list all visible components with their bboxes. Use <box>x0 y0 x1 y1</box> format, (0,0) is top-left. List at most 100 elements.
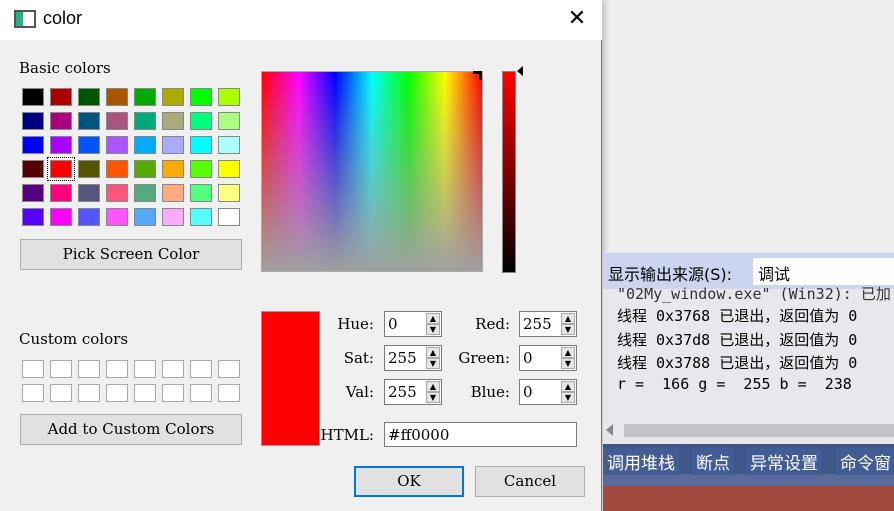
custom-color-swatch[interactable] <box>50 384 72 402</box>
sat-spinbox[interactable]: 255 ▲ ▼ <box>384 345 442 371</box>
basic-color-swatch[interactable] <box>106 88 128 106</box>
basic-color-swatch[interactable] <box>106 160 128 178</box>
basic-color-swatch[interactable] <box>134 88 156 106</box>
basic-color-swatch[interactable] <box>218 136 240 154</box>
basic-color-swatch[interactable] <box>134 208 156 226</box>
hue-spinbox[interactable]: 0 ▲ ▼ <box>384 311 442 337</box>
spin-down-icon[interactable]: ▼ <box>426 358 440 369</box>
basic-color-swatch[interactable] <box>78 112 100 130</box>
custom-color-swatch[interactable] <box>134 360 156 378</box>
color-spectrum[interactable] <box>261 71 483 272</box>
value-slider-handle[interactable] <box>517 66 523 76</box>
basic-color-swatch[interactable] <box>162 208 184 226</box>
basic-color-swatch[interactable] <box>50 88 72 106</box>
basic-color-swatch[interactable] <box>218 208 240 226</box>
basic-color-swatch[interactable] <box>134 184 156 202</box>
horizontal-scrollbar[interactable] <box>624 424 894 437</box>
custom-color-swatch[interactable] <box>190 384 212 402</box>
basic-color-swatch[interactable] <box>190 160 212 178</box>
custom-color-swatch[interactable] <box>22 360 44 378</box>
green-spinbox[interactable]: 0 ▲ ▼ <box>519 345 577 371</box>
basic-color-swatch[interactable] <box>47 157 75 181</box>
custom-color-swatch[interactable] <box>218 384 240 402</box>
basic-color-swatch[interactable] <box>162 184 184 202</box>
spin-down-icon[interactable]: ▼ <box>426 392 440 403</box>
basic-color-swatch[interactable] <box>162 88 184 106</box>
tab-call-stack[interactable]: 调用堆栈 <box>603 447 679 475</box>
spin-down-icon[interactable]: ▼ <box>561 324 575 335</box>
tab-command-window[interactable]: 命令窗 <box>836 447 894 475</box>
basic-color-swatch[interactable] <box>218 112 240 130</box>
spin-up-icon[interactable]: ▲ <box>561 381 575 392</box>
basic-color-swatch[interactable] <box>134 160 156 178</box>
cancel-button[interactable]: Cancel <box>475 466 585 497</box>
close-icon[interactable]: ✕ <box>562 6 592 34</box>
spin-up-icon[interactable]: ▲ <box>561 313 575 324</box>
add-custom-colors-button[interactable]: Add to Custom Colors <box>20 414 242 445</box>
output-source-select[interactable]: 调试 <box>753 258 894 285</box>
custom-color-swatch[interactable] <box>134 384 156 402</box>
custom-color-swatch[interactable] <box>218 360 240 378</box>
spectrum-crosshair[interactable] <box>473 71 482 80</box>
basic-color-swatch[interactable] <box>78 88 100 106</box>
custom-color-swatch[interactable] <box>78 384 100 402</box>
basic-color-swatch[interactable] <box>106 136 128 154</box>
custom-color-swatch[interactable] <box>106 360 128 378</box>
tab-exception-settings[interactable]: 异常设置 <box>746 447 822 475</box>
basic-color-swatch[interactable] <box>78 208 100 226</box>
basic-color-swatch[interactable] <box>218 184 240 202</box>
basic-color-swatch[interactable] <box>22 184 44 202</box>
blue-spinbox[interactable]: 0 ▲ ▼ <box>519 379 577 405</box>
scroll-left-icon[interactable] <box>606 424 613 436</box>
basic-color-swatch[interactable] <box>22 136 44 154</box>
custom-color-swatch[interactable] <box>22 384 44 402</box>
basic-color-swatch[interactable] <box>162 160 184 178</box>
basic-color-swatch[interactable] <box>162 112 184 130</box>
basic-color-swatch[interactable] <box>78 184 100 202</box>
basic-color-swatch[interactable] <box>190 136 212 154</box>
value-slider[interactable] <box>502 71 516 273</box>
basic-color-swatch[interactable] <box>190 112 212 130</box>
val-spinbox[interactable]: 255 ▲ ▼ <box>384 379 442 405</box>
spin-down-icon[interactable]: ▼ <box>561 358 575 369</box>
basic-color-swatch[interactable] <box>50 184 72 202</box>
basic-color-swatch[interactable] <box>22 112 44 130</box>
basic-color-swatch[interactable] <box>218 88 240 106</box>
basic-color-swatch[interactable] <box>190 88 212 106</box>
pick-screen-color-button[interactable]: Pick Screen Color <box>20 239 242 270</box>
html-input[interactable]: #ff0000 <box>384 422 577 447</box>
basic-color-swatch[interactable] <box>22 208 44 226</box>
custom-color-swatch[interactable] <box>190 360 212 378</box>
basic-color-swatch[interactable] <box>50 136 72 154</box>
basic-color-swatch[interactable] <box>50 112 72 130</box>
basic-color-swatch[interactable] <box>162 136 184 154</box>
spin-up-icon[interactable]: ▲ <box>426 381 440 392</box>
basic-color-swatch[interactable] <box>134 136 156 154</box>
spin-up-icon[interactable]: ▲ <box>426 347 440 358</box>
custom-color-swatch[interactable] <box>50 360 72 378</box>
output-line: 线程 0x3768 已退出，返回值为 0 <box>617 307 858 325</box>
spin-up-icon[interactable]: ▲ <box>426 313 440 324</box>
basic-color-swatch[interactable] <box>106 208 128 226</box>
basic-color-swatch[interactable] <box>50 208 72 226</box>
basic-color-swatch[interactable] <box>218 160 240 178</box>
basic-color-swatch[interactable] <box>22 88 44 106</box>
custom-color-swatch[interactable] <box>106 384 128 402</box>
basic-color-swatch[interactable] <box>190 184 212 202</box>
spin-up-icon[interactable]: ▲ <box>561 347 575 358</box>
spin-down-icon[interactable]: ▼ <box>426 324 440 335</box>
custom-color-swatch[interactable] <box>162 360 184 378</box>
custom-color-swatch[interactable] <box>162 384 184 402</box>
spin-down-icon[interactable]: ▼ <box>561 392 575 403</box>
red-spinbox[interactable]: 255 ▲ ▼ <box>519 311 577 337</box>
tab-breakpoints[interactable]: 断点 <box>692 447 734 475</box>
ok-button[interactable]: OK <box>354 466 464 497</box>
basic-color-swatch[interactable] <box>190 208 212 226</box>
basic-color-swatch[interactable] <box>78 136 100 154</box>
basic-color-swatch[interactable] <box>22 160 44 178</box>
basic-color-swatch[interactable] <box>78 160 100 178</box>
basic-color-swatch[interactable] <box>106 112 128 130</box>
basic-color-swatch[interactable] <box>106 184 128 202</box>
custom-color-swatch[interactable] <box>78 360 100 378</box>
basic-color-swatch[interactable] <box>134 112 156 130</box>
